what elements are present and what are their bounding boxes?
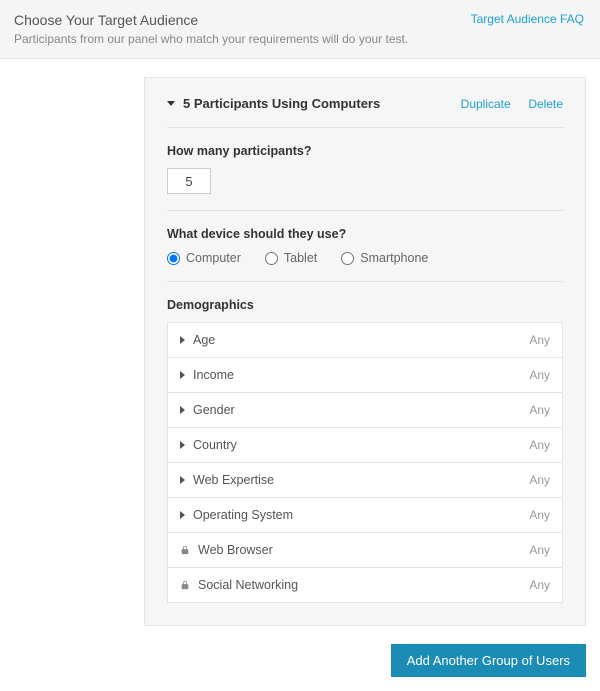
- device-radio-smartphone[interactable]: [341, 252, 354, 265]
- page-subtitle: Participants from our panel who match yo…: [14, 32, 586, 46]
- caret-right-icon: [180, 511, 185, 519]
- delete-link[interactable]: Delete: [528, 97, 563, 111]
- demographic-value: Any: [529, 508, 550, 522]
- demographic-row-web-expertise[interactable]: Web ExpertiseAny: [167, 463, 563, 498]
- page-header: Choose Your Target Audience Participants…: [0, 0, 600, 59]
- audience-panel: 5 Participants Using Computers Duplicate…: [144, 77, 586, 626]
- add-group-button[interactable]: Add Another Group of Users: [391, 644, 586, 677]
- demographic-row-gender[interactable]: GenderAny: [167, 393, 563, 428]
- demographic-value: Any: [529, 403, 550, 417]
- demographic-value: Any: [529, 438, 550, 452]
- caret-right-icon: [180, 441, 185, 449]
- participants-input[interactable]: [167, 168, 211, 194]
- demographic-row-operating-system[interactable]: Operating SystemAny: [167, 498, 563, 533]
- lock-icon: [180, 545, 190, 555]
- demographic-row-country[interactable]: CountryAny: [167, 428, 563, 463]
- demographics-heading: Demographics: [167, 298, 563, 312]
- device-option-tablet[interactable]: Tablet: [265, 251, 317, 265]
- device-option-smartphone[interactable]: Smartphone: [341, 251, 428, 265]
- demographic-label: Age: [193, 333, 529, 347]
- duplicate-link[interactable]: Duplicate: [461, 97, 511, 111]
- device-option-label: Smartphone: [360, 251, 428, 265]
- caret-right-icon: [180, 336, 185, 344]
- device-radio-tablet[interactable]: [265, 252, 278, 265]
- demographic-row-income[interactable]: IncomeAny: [167, 358, 563, 393]
- caret-right-icon: [180, 476, 185, 484]
- demographic-value: Any: [529, 578, 550, 592]
- demographic-value: Any: [529, 543, 550, 557]
- demographic-value: Any: [529, 368, 550, 382]
- participants-question: How many participants?: [167, 144, 563, 158]
- demographic-value: Any: [529, 473, 550, 487]
- demographic-row-social-networking[interactable]: Social NetworkingAny: [167, 568, 563, 603]
- demographic-value: Any: [529, 333, 550, 347]
- participants-section: How many participants?: [167, 128, 563, 211]
- device-question: What device should they use?: [167, 227, 563, 241]
- demographic-label: Web Browser: [198, 543, 529, 557]
- device-section: What device should they use? Computer Tab…: [167, 211, 563, 282]
- caret-down-icon[interactable]: [167, 101, 175, 106]
- demographic-label: Income: [193, 368, 529, 382]
- demographic-label: Social Networking: [198, 578, 529, 592]
- demographic-row-age[interactable]: AgeAny: [167, 322, 563, 358]
- device-option-label: Tablet: [284, 251, 317, 265]
- demographic-label: Web Expertise: [193, 473, 529, 487]
- device-option-label: Computer: [186, 251, 241, 265]
- panel-header: 5 Participants Using Computers Duplicate…: [167, 96, 563, 128]
- caret-right-icon: [180, 371, 185, 379]
- panel-title: 5 Participants Using Computers: [183, 96, 447, 111]
- device-option-computer[interactable]: Computer: [167, 251, 241, 265]
- demographic-row-web-browser[interactable]: Web BrowserAny: [167, 533, 563, 568]
- demographic-label: Operating System: [193, 508, 529, 522]
- device-radio-computer[interactable]: [167, 252, 180, 265]
- target-audience-faq-link[interactable]: Target Audience FAQ: [471, 12, 584, 26]
- demographics-section: Demographics AgeAnyIncomeAnyGenderAnyCou…: [167, 282, 563, 603]
- demographic-label: Gender: [193, 403, 529, 417]
- caret-right-icon: [180, 406, 185, 414]
- lock-icon: [180, 580, 190, 590]
- demographic-label: Country: [193, 438, 529, 452]
